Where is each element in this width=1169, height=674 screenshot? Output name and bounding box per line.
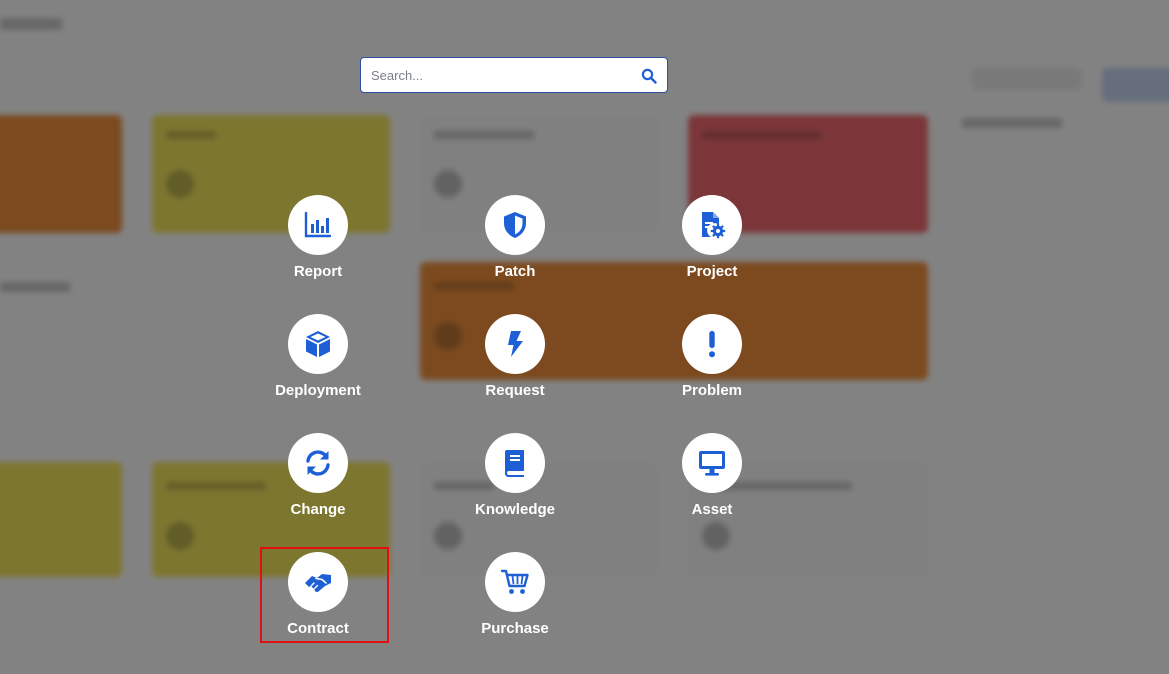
module-label: Report xyxy=(293,263,343,280)
module-contract-circle[interactable] xyxy=(288,552,348,612)
bolt-icon xyxy=(508,331,523,357)
project-document-icon xyxy=(702,212,726,239)
module-report[interactable]: Report xyxy=(253,195,383,291)
module-purchase[interactable]: Purchase xyxy=(450,552,580,648)
module-label: Request xyxy=(485,382,545,399)
shield-icon xyxy=(504,212,526,238)
handshake-icon xyxy=(305,574,331,592)
book-icon xyxy=(505,450,524,477)
module-deployment-circle[interactable] xyxy=(288,314,348,374)
module-patch[interactable]: Patch xyxy=(450,195,580,291)
cart-icon xyxy=(500,569,529,594)
module-problem[interactable]: Problem xyxy=(647,314,777,410)
module-label: Contract xyxy=(287,620,349,637)
module-request[interactable]: Request xyxy=(450,314,580,410)
module-label: Change xyxy=(290,501,346,518)
modal-overlay[interactable] xyxy=(0,0,1169,674)
exclamation-icon xyxy=(709,331,715,358)
module-project[interactable]: Project xyxy=(647,195,777,291)
module-label: Problem xyxy=(681,382,742,399)
module-label: Purchase xyxy=(481,620,549,637)
sync-icon xyxy=(306,450,330,476)
module-knowledge-circle[interactable] xyxy=(485,433,545,493)
module-label: Asset xyxy=(691,501,733,518)
module-change-circle[interactable] xyxy=(288,433,348,493)
module-project-circle[interactable] xyxy=(682,195,742,255)
monitor-icon xyxy=(699,451,725,476)
box-icon xyxy=(306,331,330,357)
module-search xyxy=(360,57,668,93)
module-deployment[interactable]: Deployment xyxy=(253,314,383,410)
search-input[interactable] xyxy=(361,58,631,92)
module-label: Knowledge xyxy=(474,501,555,518)
module-asset-circle[interactable] xyxy=(682,433,742,493)
module-report-circle[interactable] xyxy=(288,195,348,255)
module-request-circle[interactable] xyxy=(485,314,545,374)
module-purchase-circle[interactable] xyxy=(485,552,545,612)
module-problem-circle[interactable] xyxy=(682,314,742,374)
module-label: Deployment xyxy=(275,382,361,399)
module-asset[interactable]: Asset xyxy=(647,433,777,529)
module-label: Patch xyxy=(494,263,536,280)
module-knowledge[interactable]: Knowledge xyxy=(450,433,580,529)
module-label: Project xyxy=(686,263,738,280)
search-icon[interactable] xyxy=(641,68,657,84)
module-change[interactable]: Change xyxy=(253,433,383,529)
bar-chart-icon xyxy=(304,211,332,238)
module-contract[interactable]: Contract xyxy=(253,552,383,648)
module-patch-circle[interactable] xyxy=(485,195,545,255)
